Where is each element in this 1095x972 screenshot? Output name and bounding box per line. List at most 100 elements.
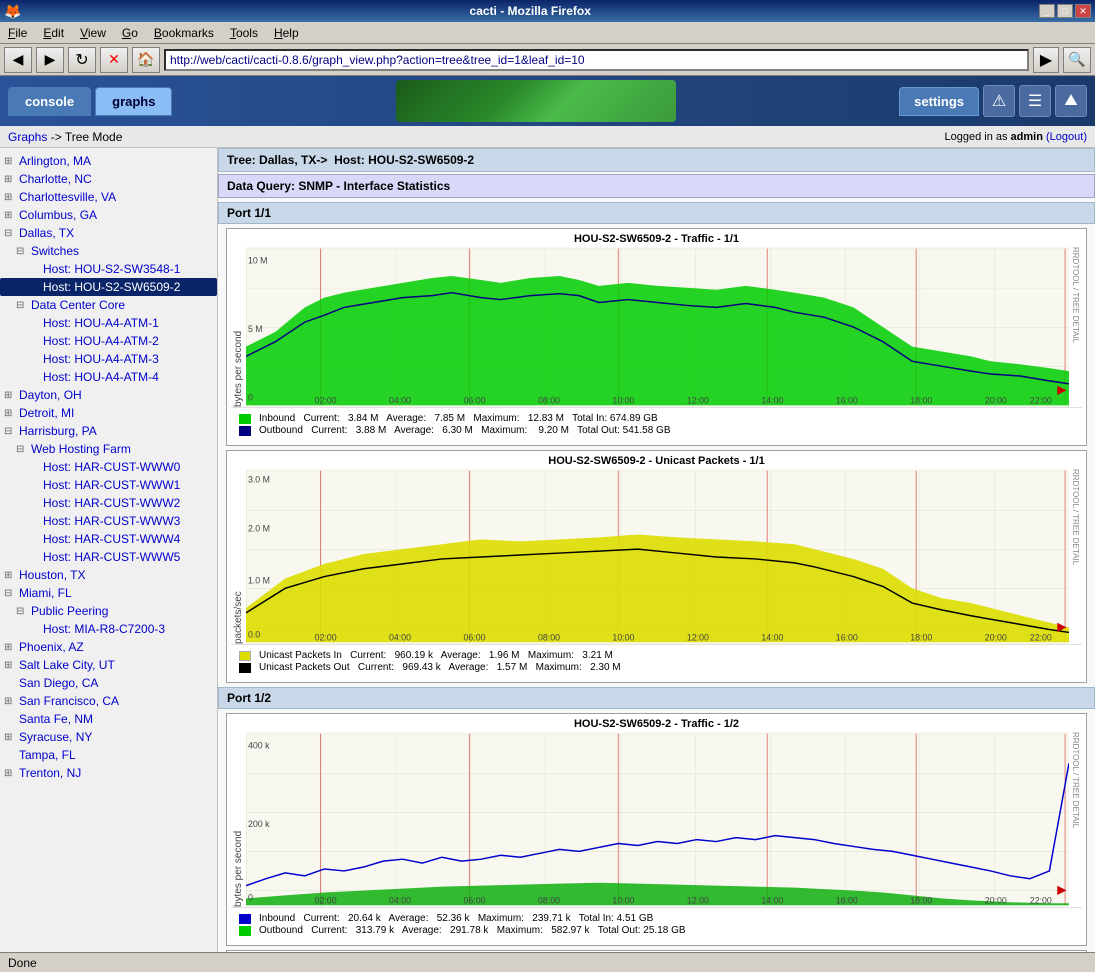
graphs-tab[interactable]: graphs xyxy=(95,87,172,116)
forward-button[interactable]: ▶ xyxy=(36,47,64,73)
sidebar-item-charlotte[interactable]: ⊞ Charlotte, NC xyxy=(0,170,217,188)
legend-row-uni-out: Unicast Packets Out Current: 969.43 k Av… xyxy=(239,662,1074,673)
minimize-button[interactable]: _ xyxy=(1039,4,1055,18)
dallas-link[interactable]: Dallas, TX xyxy=(19,226,74,240)
sidebar-item-atm1[interactable]: Host: HOU-A4-ATM-1 xyxy=(0,314,217,332)
menu-bookmarks[interactable]: Bookmarks xyxy=(150,24,218,42)
sidebar-item-columbus[interactable]: ⊞ Columbus, GA xyxy=(0,206,217,224)
sidebar-item-datacenter[interactable]: ⊟ Data Center Core xyxy=(0,296,217,314)
address-input[interactable] xyxy=(170,53,1023,67)
syracuse-link[interactable]: Syracuse, NY xyxy=(19,730,92,744)
www0-link[interactable]: Host: HAR-CUST-WWW0 xyxy=(43,460,180,474)
atm3-link[interactable]: Host: HOU-A4-ATM-3 xyxy=(43,352,159,366)
menu-file[interactable]: File xyxy=(4,24,31,42)
sidebar-item-charlottesville[interactable]: ⊞ Charlottesville, VA xyxy=(0,188,217,206)
home-button[interactable]: 🏠 xyxy=(132,47,160,73)
menu-tools[interactable]: Tools xyxy=(226,24,262,42)
tampa-link[interactable]: Tampa, FL xyxy=(19,748,76,762)
sidebar-item-www3[interactable]: Host: HAR-CUST-WWW3 xyxy=(0,512,217,530)
sidebar-item-dallas[interactable]: ⊟ Dallas, TX xyxy=(0,224,217,242)
sidebar-item-tampa[interactable]: Tampa, FL xyxy=(0,746,217,764)
graphs-breadcrumb-link[interactable]: Graphs xyxy=(8,130,47,144)
cacti-header: console graphs settings ⚠ ☰ ⛰ xyxy=(0,76,1095,126)
www2-link[interactable]: Host: HAR-CUST-WWW2 xyxy=(43,496,180,510)
maximize-button[interactable]: □ xyxy=(1057,4,1073,18)
sidebar-item-www4[interactable]: Host: HAR-CUST-WWW4 xyxy=(0,530,217,548)
trenton-link[interactable]: Trenton, NJ xyxy=(19,766,81,780)
sidebar-item-houston[interactable]: ⊞ Houston, TX xyxy=(0,566,217,584)
sidebar-item-www1[interactable]: Host: HAR-CUST-WWW1 xyxy=(0,476,217,494)
sidebar-item-atm2[interactable]: Host: HOU-A4-ATM-2 xyxy=(0,332,217,350)
publicpeering-link[interactable]: Public Peering xyxy=(31,604,108,618)
sidebar-item-saltlake[interactable]: ⊞ Salt Lake City, UT xyxy=(0,656,217,674)
sanfrancisco-link[interactable]: San Francisco, CA xyxy=(19,694,119,708)
sidebar-item-www0[interactable]: Host: HAR-CUST-WWW0 xyxy=(0,458,217,476)
menu-go[interactable]: Go xyxy=(118,24,142,42)
c7200-link[interactable]: Host: MIA-R8-C7200-3 xyxy=(43,622,165,636)
chart-title-unicast-11: HOU-S2-SW6509-2 - Unicast Packets - 1/1 xyxy=(231,455,1082,467)
sidebar-item-www2[interactable]: Host: HAR-CUST-WWW2 xyxy=(0,494,217,512)
arlington-link[interactable]: Arlington, MA xyxy=(19,154,91,168)
search-button[interactable]: 🔍 xyxy=(1063,47,1091,73)
webhosting-link[interactable]: Web Hosting Farm xyxy=(31,442,131,456)
switches-link[interactable]: Switches xyxy=(31,244,79,258)
dayton-link[interactable]: Dayton, OH xyxy=(19,388,82,402)
houston-link[interactable]: Houston, TX xyxy=(19,568,85,582)
atm1-link[interactable]: Host: HOU-A4-ATM-1 xyxy=(43,316,159,330)
sidebar-item-arlington[interactable]: ⊞ Arlington, MA xyxy=(0,152,217,170)
sidebar-item-switches[interactable]: ⊟ Switches xyxy=(0,242,217,260)
alert-icon-button[interactable]: ⚠ xyxy=(983,85,1015,117)
sidebar-item-publicpeering[interactable]: ⊟ Public Peering xyxy=(0,602,217,620)
santafe-link[interactable]: Santa Fe, NM xyxy=(19,712,93,726)
columbus-link[interactable]: Columbus, GA xyxy=(19,208,97,222)
saltlake-link[interactable]: Salt Lake City, UT xyxy=(19,658,115,672)
reload-button[interactable]: ↻ xyxy=(68,47,96,73)
settings-button[interactable]: settings xyxy=(899,87,979,116)
atm4-link[interactable]: Host: HOU-A4-ATM-4 xyxy=(43,370,159,384)
menu-edit[interactable]: Edit xyxy=(39,24,68,42)
sidebar-item-sandiego[interactable]: San Diego, CA xyxy=(0,674,217,692)
logout-link[interactable]: (Logout) xyxy=(1046,131,1087,143)
sidebar-item-detroit[interactable]: ⊞ Detroit, MI xyxy=(0,404,217,422)
sw6509-link[interactable]: Host: HOU-S2-SW6509-2 xyxy=(43,280,180,294)
sidebar-item-dayton[interactable]: ⊞ Dayton, OH xyxy=(0,386,217,404)
miami-link[interactable]: Miami, FL xyxy=(19,586,72,600)
sw3548-link[interactable]: Host: HOU-S2-SW3548-1 xyxy=(43,262,180,276)
www4-link[interactable]: Host: HAR-CUST-WWW4 xyxy=(43,532,180,546)
sidebar-item-sw3548[interactable]: Host: HOU-S2-SW3548-1 xyxy=(0,260,217,278)
phoenix-link[interactable]: Phoenix, AZ xyxy=(19,640,84,654)
y-axis-label-unicast-11: packets/sec xyxy=(231,469,246,644)
sidebar-item-santafe[interactable]: Santa Fe, NM xyxy=(0,710,217,728)
detroit-link[interactable]: Detroit, MI xyxy=(19,406,74,420)
back-button[interactable]: ◀ xyxy=(4,47,32,73)
sidebar-item-phoenix[interactable]: ⊞ Phoenix, AZ xyxy=(0,638,217,656)
menu-help[interactable]: Help xyxy=(270,24,303,42)
menu-view[interactable]: View xyxy=(76,24,110,42)
sidebar-item-sw6509[interactable]: Host: HOU-S2-SW6509-2 xyxy=(0,278,217,296)
zoom-icon-button[interactable]: ⛰ xyxy=(1055,85,1087,117)
sidebar-item-miami[interactable]: ⊟ Miami, FL xyxy=(0,584,217,602)
sidebar-item-atm3[interactable]: Host: HOU-A4-ATM-3 xyxy=(0,350,217,368)
atm2-link[interactable]: Host: HOU-A4-ATM-2 xyxy=(43,334,159,348)
harrisburg-link[interactable]: Harrisburg, PA xyxy=(19,424,97,438)
go-button[interactable]: ▶ xyxy=(1033,47,1059,73)
sidebar-item-syracuse[interactable]: ⊞ Syracuse, NY xyxy=(0,728,217,746)
sidebar-item-atm4[interactable]: Host: HOU-A4-ATM-4 xyxy=(0,368,217,386)
console-tab[interactable]: console xyxy=(8,87,91,116)
sidebar-item-www5[interactable]: Host: HAR-CUST-WWW5 xyxy=(0,548,217,566)
sidebar-item-harrisburg[interactable]: ⊟ Harrisburg, PA xyxy=(0,422,217,440)
charlotte-link[interactable]: Charlotte, NC xyxy=(19,172,92,186)
www3-link[interactable]: Host: HAR-CUST-WWW3 xyxy=(43,514,180,528)
sandiego-link[interactable]: San Diego, CA xyxy=(19,676,98,690)
close-button[interactable]: ✕ xyxy=(1075,4,1091,18)
sidebar-item-webhosting[interactable]: ⊟ Web Hosting Farm xyxy=(0,440,217,458)
datacenter-link[interactable]: Data Center Core xyxy=(31,298,125,312)
sidebar-item-c7200[interactable]: Host: MIA-R8-C7200-3 xyxy=(0,620,217,638)
stop-button[interactable]: ✕ xyxy=(100,47,128,73)
list-icon-button[interactable]: ☰ xyxy=(1019,85,1051,117)
www5-link[interactable]: Host: HAR-CUST-WWW5 xyxy=(43,550,180,564)
www1-link[interactable]: Host: HAR-CUST-WWW1 xyxy=(43,478,180,492)
sidebar-item-sanfrancisco[interactable]: ⊞ San Francisco, CA xyxy=(0,692,217,710)
sidebar-item-trenton[interactable]: ⊞ Trenton, NJ xyxy=(0,764,217,782)
charlottesville-link[interactable]: Charlottesville, VA xyxy=(19,190,116,204)
